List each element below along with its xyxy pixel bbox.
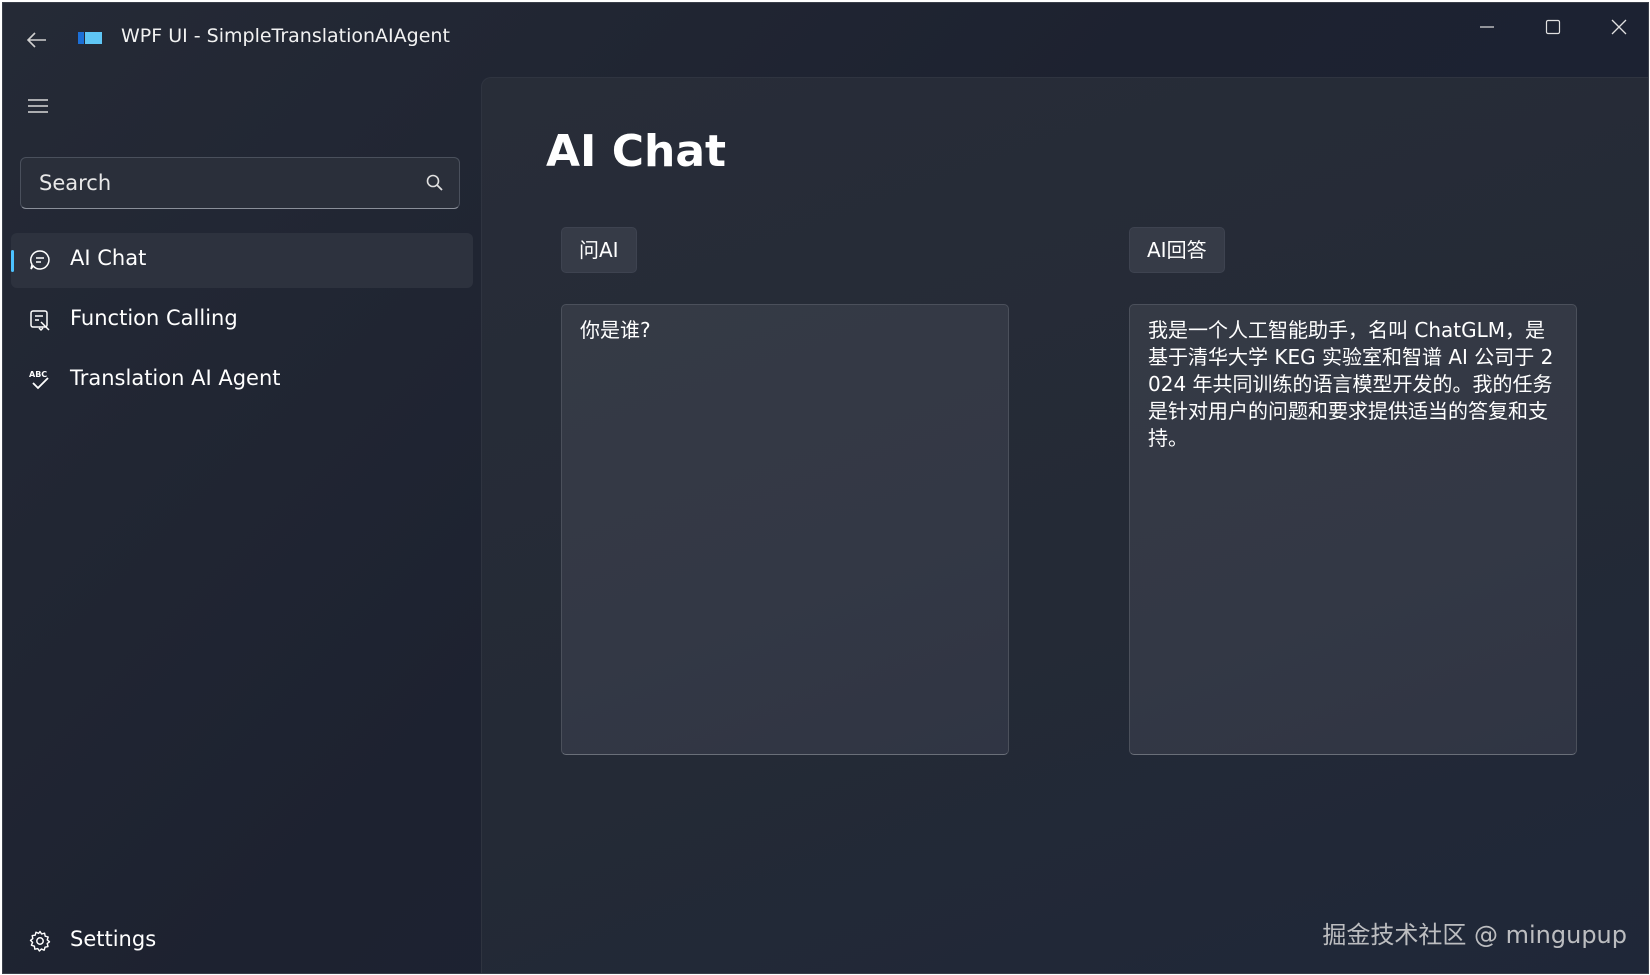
ask-ai-button[interactable]: 问AI bbox=[561, 227, 637, 273]
ai-answer-label[interactable]: AI回答 bbox=[1129, 227, 1225, 273]
sidebar-item-label: AI Chat bbox=[70, 246, 147, 270]
search-input[interactable] bbox=[21, 158, 401, 208]
nav-toggle-button[interactable] bbox=[21, 90, 55, 122]
page-title: AI Chat bbox=[546, 126, 727, 177]
minimize-icon bbox=[1480, 26, 1494, 28]
maximize-button[interactable] bbox=[1525, 9, 1581, 45]
svg-text:ABC: ABC bbox=[29, 370, 47, 379]
back-arrow-icon bbox=[27, 32, 46, 48]
answer-textbox[interactable]: 我是一个人工智能助手，名叫 ChatGLM，是基于清华大学 KEG 实验室和智谱… bbox=[1129, 304, 1577, 755]
minimize-button[interactable] bbox=[1459, 9, 1515, 45]
title-bar: WPF UI - SimpleTranslationAIAgent bbox=[3, 3, 1648, 73]
function-icon bbox=[30, 310, 50, 332]
gear-icon bbox=[29, 930, 51, 952]
search-icon[interactable] bbox=[425, 173, 445, 193]
sidebar-item-translation-ai-agent[interactable]: ABC Translation AI Agent bbox=[11, 353, 473, 408]
sidebar-item-settings[interactable]: Settings bbox=[11, 916, 311, 966]
app-logo-icon bbox=[78, 32, 102, 44]
sidebar-item-function-calling[interactable]: Function Calling bbox=[11, 293, 473, 348]
hamburger-menu-icon bbox=[28, 99, 48, 113]
search-box[interactable] bbox=[20, 157, 460, 209]
close-button[interactable] bbox=[1591, 9, 1647, 45]
sidebar-item-ai-chat[interactable]: AI Chat bbox=[11, 233, 473, 288]
window-title: WPF UI - SimpleTranslationAIAgent bbox=[121, 25, 450, 47]
main-content: AI Chat 问AI AI回答 你是谁? 我是一个人工智能助手，名叫 Chat… bbox=[481, 77, 1648, 973]
back-button[interactable] bbox=[19, 23, 55, 57]
close-icon bbox=[1611, 19, 1627, 35]
chat-icon bbox=[30, 250, 50, 270]
sidebar-item-label: Function Calling bbox=[70, 306, 238, 330]
sidebar-item-label: Translation AI Agent bbox=[70, 366, 281, 390]
maximize-icon bbox=[1545, 19, 1561, 35]
spellcheck-icon: ABC bbox=[29, 370, 49, 390]
app-window: WPF UI - SimpleTranslationAIAgent Search… bbox=[2, 2, 1649, 974]
question-textbox[interactable]: 你是谁? bbox=[561, 304, 1009, 755]
selection-indicator bbox=[11, 250, 14, 272]
watermark: 掘金技术社区 @ mingupup bbox=[1322, 921, 1627, 949]
settings-label: Settings bbox=[70, 927, 157, 951]
